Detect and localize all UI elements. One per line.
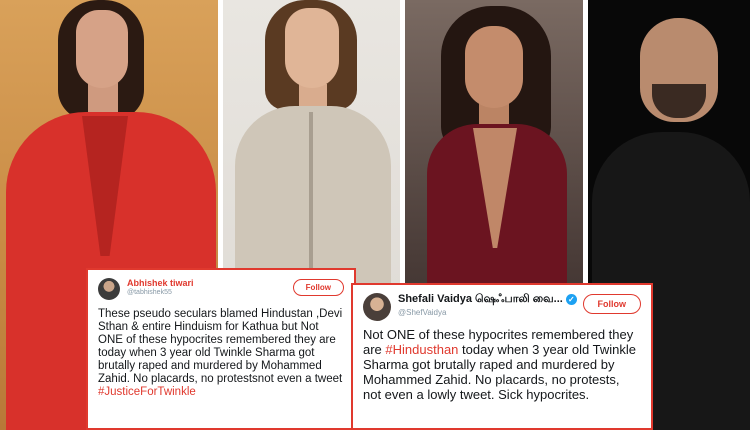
author-name[interactable]: Abhishek tiwari [127, 278, 287, 288]
face [465, 26, 523, 108]
face [285, 8, 339, 88]
tweet-card-shefali: Shefali Vaidya ஷெஃபாலி வை... ✓ @ShefVaidy… [351, 283, 653, 430]
author-name[interactable]: Shefali Vaidya ஷெஃபாலி வை... ✓ [398, 293, 577, 307]
author-handle[interactable]: @ShefVaidya [398, 308, 577, 317]
tweet-header: Abhishek tiwari @tabhishek55 Follow [98, 278, 344, 300]
hashtag-link[interactable]: #Hindusthan [385, 342, 458, 357]
author-block: Shefali Vaidya ஷெஃபாலி வை... ✓ @ShefVaidy… [398, 293, 577, 317]
tweet-card-abhishek: Abhishek tiwari @tabhishek55 Follow Thes… [86, 268, 356, 430]
face [76, 10, 128, 88]
author-name-text[interactable]: Shefali Vaidya ஷெஃபாலி வை... [398, 293, 563, 305]
avatar[interactable] [363, 293, 391, 321]
tweet-text: Not ONE of these hypocrites remembered t… [363, 327, 641, 402]
tweet-body: These pseudo seculars blamed Hindustan ,… [98, 308, 343, 385]
tweet-text: These pseudo seculars blamed Hindustan ,… [98, 308, 344, 399]
hashtag-link[interactable]: #JusticeForTwinkle [98, 386, 196, 398]
tweet-header: Shefali Vaidya ஷெஃபாலி வை... ✓ @ShefVaidy… [363, 293, 641, 321]
avatar[interactable] [98, 278, 120, 300]
follow-button[interactable]: Follow [582, 294, 641, 314]
follow-button[interactable]: Follow [292, 279, 344, 296]
author-block: Abhishek tiwari @tabhishek55 [127, 278, 287, 296]
author-handle[interactable]: @tabhishek55 [127, 289, 287, 296]
verified-badge-icon: ✓ [565, 294, 577, 305]
